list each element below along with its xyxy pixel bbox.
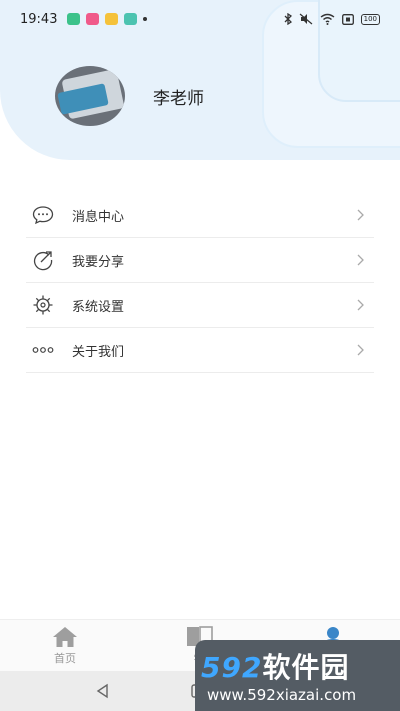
watermark-overlay: 592软件园 www.592xiazai.com bbox=[195, 640, 400, 711]
menu-item-label: 消息中心 bbox=[72, 209, 125, 225]
menu-item-share[interactable]: 我要分享 bbox=[26, 238, 374, 283]
back-triangle-icon[interactable] bbox=[95, 683, 109, 699]
share-icon bbox=[32, 249, 54, 271]
mute-vibrate-icon bbox=[299, 13, 313, 25]
notification-icons bbox=[67, 13, 148, 25]
profile-header[interactable]: 李老师 bbox=[55, 66, 204, 126]
wifi-icon bbox=[320, 13, 335, 25]
sim-card-icon bbox=[341, 13, 354, 25]
chevron-right-icon bbox=[357, 254, 364, 266]
status-time: 19:43 bbox=[20, 11, 58, 27]
video-app-notification-icon bbox=[86, 13, 100, 25]
settings-menu: 消息中心 我要分享 系统设置 关于我们 bbox=[26, 193, 374, 373]
status-indicators: 100 bbox=[284, 13, 380, 25]
watermark-brand: 592软件园 bbox=[201, 646, 349, 686]
tab-home[interactable]: 首页 bbox=[52, 626, 78, 666]
menu-item-label: 关于我们 bbox=[72, 344, 125, 360]
home-icon bbox=[53, 627, 77, 647]
chevron-right-icon bbox=[357, 299, 364, 311]
avatar[interactable] bbox=[55, 66, 125, 126]
more-notifications-dot-icon bbox=[143, 17, 148, 21]
chat-bubble-icon bbox=[32, 204, 54, 226]
settings-gear-icon bbox=[32, 294, 54, 316]
watermark-brand-cn: 软件园 bbox=[262, 651, 350, 684]
bluetooth-icon bbox=[284, 13, 292, 25]
chevron-right-icon bbox=[357, 344, 364, 356]
app-notification-icon bbox=[67, 13, 81, 25]
menu-item-label: 系统设置 bbox=[72, 299, 125, 315]
profile-name: 李老师 bbox=[153, 88, 204, 109]
chat-app-notification-icon bbox=[105, 13, 119, 25]
watermark-url: www.592xiazai.com bbox=[207, 686, 357, 704]
battery-indicator: 100 bbox=[360, 13, 380, 25]
menu-item-label: 我要分享 bbox=[72, 254, 125, 270]
app-notification-icon bbox=[124, 13, 138, 25]
chevron-right-icon bbox=[357, 209, 364, 221]
menu-item-system-settings[interactable]: 系统设置 bbox=[26, 283, 374, 328]
status-bar: 19:43 100 bbox=[0, 0, 400, 38]
menu-item-message-center[interactable]: 消息中心 bbox=[26, 193, 374, 238]
tab-label: 首页 bbox=[54, 652, 76, 665]
more-dots-icon bbox=[32, 339, 54, 361]
menu-item-about-us[interactable]: 关于我们 bbox=[26, 328, 374, 373]
watermark-brand-number: 592 bbox=[201, 651, 263, 684]
